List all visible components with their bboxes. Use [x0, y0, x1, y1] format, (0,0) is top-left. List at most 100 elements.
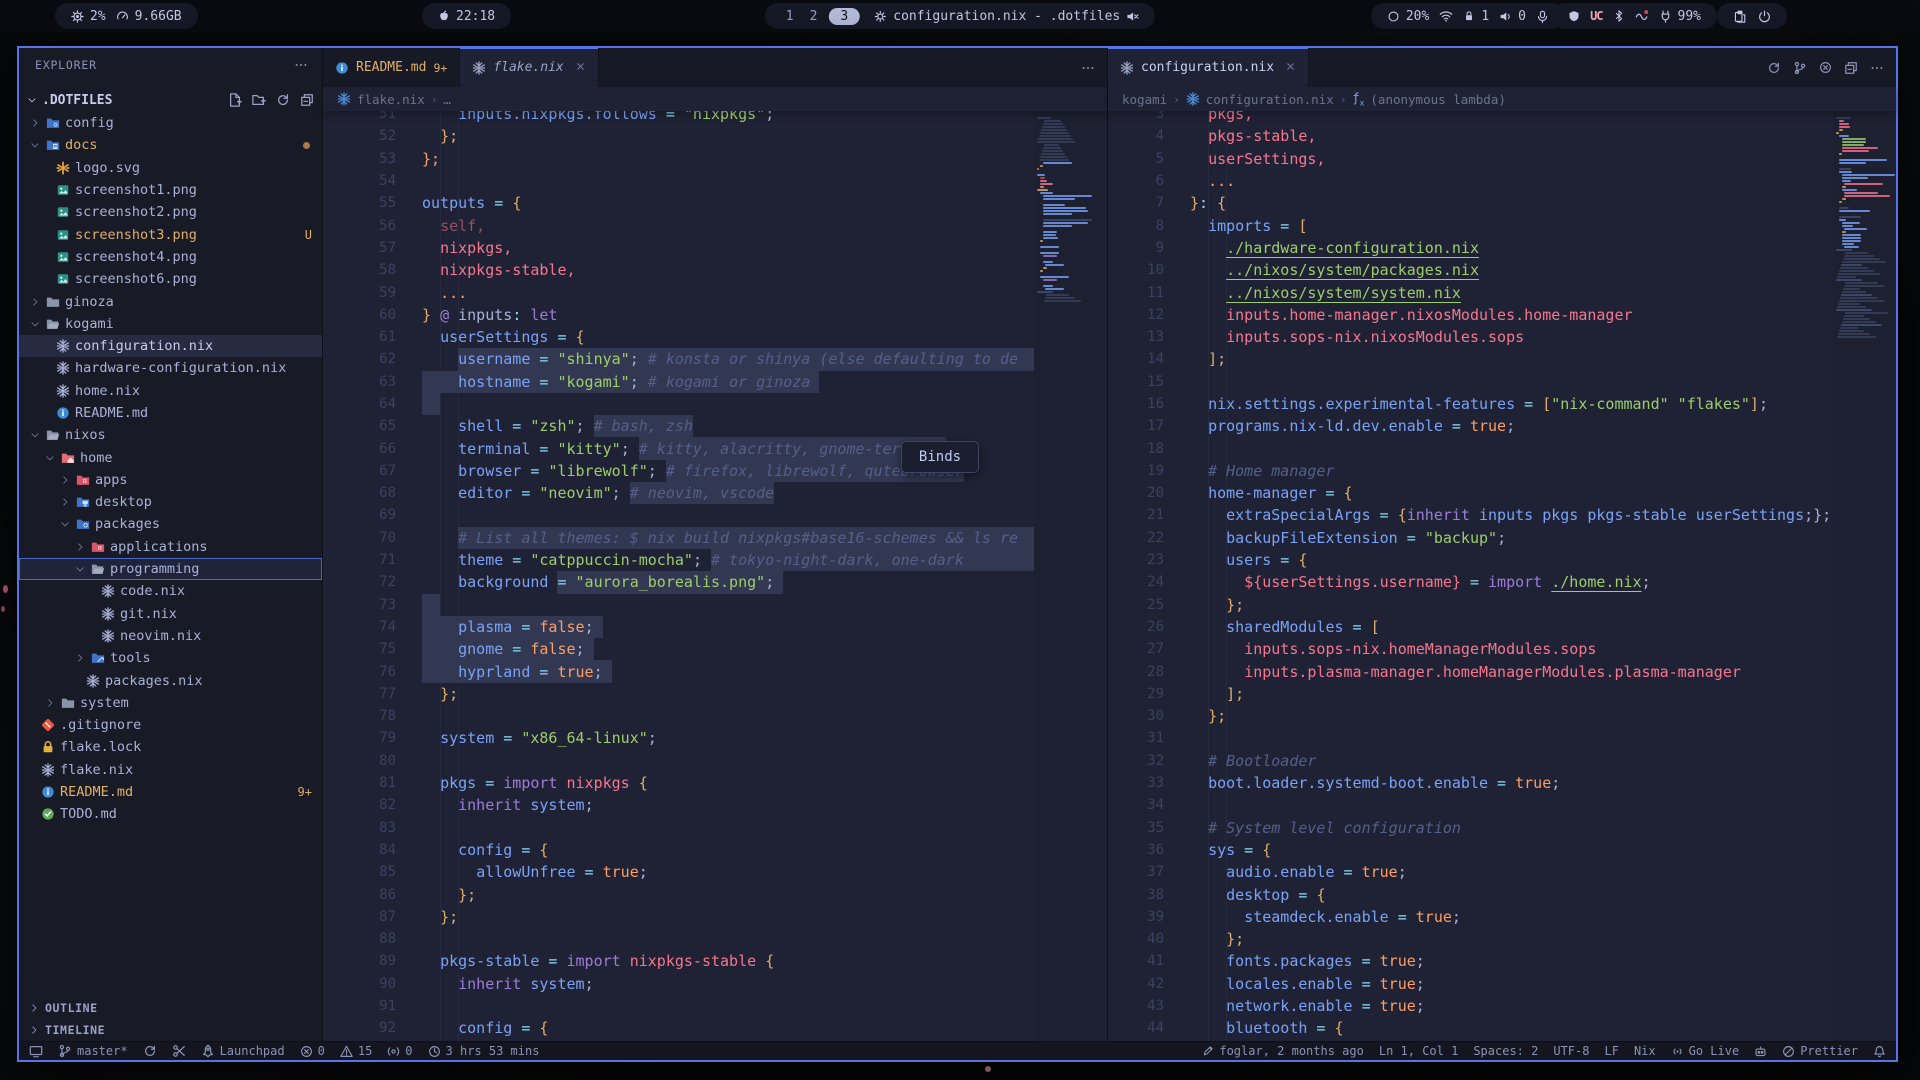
tree-item-readme-md[interactable]: README.md9+ [19, 781, 322, 803]
close-tab-icon[interactable] [575, 60, 586, 76]
pen-icon [1202, 1045, 1214, 1057]
collapse-folders-icon[interactable] [300, 93, 314, 107]
workspace-switcher[interactable]: 123 [781, 8, 860, 25]
breadcrumb-item[interactable]: configuration.nix [1206, 92, 1334, 107]
tree-item-flake-nix[interactable]: flake.nix [19, 759, 322, 781]
status-item-15[interactable]: 15 [340, 1044, 372, 1058]
status-item-go-live[interactable]: Go Live [1671, 1044, 1740, 1058]
status-item-foglar-2-months-ago[interactable]: foglar, 2 months ago [1202, 1044, 1364, 1058]
tree-item-hardware-configuration-nix[interactable]: hardware-configuration.nix [19, 357, 322, 379]
status-item-robot[interactable] [1754, 1045, 1767, 1058]
tree-item-system[interactable]: system [19, 692, 322, 714]
tree-item-flake-lock[interactable]: flake.lock [19, 736, 322, 758]
system-monitor-pill[interactable]: 2% 9.66GB [55, 3, 198, 29]
tree-item-desktop[interactable]: desktop [19, 491, 322, 513]
status-item-launchpad[interactable]: Launchpad [201, 1044, 285, 1058]
tree-item-programming[interactable]: programming [19, 558, 322, 580]
tab-readme-md[interactable]: README.md9+ [323, 48, 460, 87]
outline-section[interactable]: OUTLINE [19, 997, 322, 1019]
editor-configuration-nix[interactable]: 3 pkgs,4 pkgs-stable,5 userSettings,6 ..… [1108, 111, 1896, 1041]
status-item-nix[interactable]: Nix [1634, 1044, 1656, 1058]
workspace-1[interactable]: 1 [781, 9, 799, 24]
minimap[interactable] [1034, 111, 1107, 1041]
status-item-0[interactable]: 0 [387, 1044, 412, 1058]
more-icon[interactable] [1870, 61, 1884, 75]
explorer-root-row[interactable]: .DOTFILES [19, 88, 322, 112]
tree-item-packages-nix[interactable]: packages.nix [19, 669, 322, 691]
tree-item-apps[interactable]: apps [19, 469, 322, 491]
tree-item-config[interactable]: config [19, 112, 322, 134]
minimap-line [1037, 174, 1045, 176]
close-tab-icon[interactable] [1285, 60, 1296, 76]
tree-item-code-nix[interactable]: code.nix [19, 580, 322, 602]
status-item-cut[interactable] [172, 1044, 186, 1058]
breadcrumb-item[interactable]: flake.nix [357, 92, 425, 107]
status-item-0[interactable]: 0 [300, 1044, 325, 1058]
status-item-prettier[interactable]: Prettier [1782, 1044, 1858, 1058]
tree-item-screenshot3-png[interactable]: screenshot3.pngU [19, 223, 322, 245]
more-actions-icon[interactable] [294, 58, 308, 72]
tree-item-todo-md[interactable]: TODO.md [19, 803, 322, 825]
connectivity-pill[interactable]: UC 99% [1552, 3, 1717, 29]
line-number: 75 [323, 641, 422, 657]
breadcrumb-item[interactable]: (anonymous lambda) [1370, 92, 1505, 107]
tree-item-nixos[interactable]: nixos [19, 424, 322, 446]
status-item-3-hrs-53-mins[interactable]: 3 hrs 53 mins [428, 1044, 540, 1058]
session-pill[interactable] [1717, 3, 1787, 29]
status-item-lf[interactable]: LF [1604, 1044, 1618, 1058]
tree-item-home[interactable]: home [19, 446, 322, 468]
more-icon[interactable] [1081, 61, 1095, 75]
workspace-2[interactable]: 2 [805, 9, 823, 24]
code-line-20: 20 home-manager = { [1108, 482, 1896, 504]
tree-item-applications[interactable]: applications [19, 536, 322, 558]
clock-pill[interactable]: 22:18 [422, 3, 511, 29]
new-folder-icon[interactable] [252, 93, 266, 107]
device-status-pill[interactable]: 20% 1 0 [1371, 3, 1565, 29]
status-item-master-[interactable]: master* [58, 1044, 128, 1058]
tree-item--gitignore[interactable]: .gitignore [19, 714, 322, 736]
lock-count: 1 [1481, 9, 1489, 24]
tree-item-logo-svg[interactable]: logo.svg [19, 157, 322, 179]
new-file-icon[interactable] [228, 93, 242, 107]
status-item-ln-1-col-1[interactable]: Ln 1, Col 1 [1379, 1044, 1458, 1058]
status-item-spaces-2[interactable]: Spaces: 2 [1473, 1044, 1538, 1058]
status-item-vm[interactable] [29, 1044, 43, 1058]
tree-item-ginoza[interactable]: ginoza [19, 290, 322, 312]
collapse-icon[interactable] [1844, 61, 1858, 75]
refresh-explorer-icon[interactable] [276, 93, 290, 107]
tree-item-configuration-nix[interactable]: configuration.nix [19, 335, 322, 357]
tree-item-git-nix[interactable]: git.nix [19, 603, 322, 625]
tree-item-screenshot4-png[interactable]: screenshot4.png [19, 246, 322, 268]
tree-item-neovim-nix[interactable]: neovim.nix [19, 625, 322, 647]
status-item-sync[interactable] [143, 1044, 157, 1058]
error-icon[interactable] [1819, 61, 1832, 74]
tree-item-home-nix[interactable]: home.nix [19, 380, 322, 402]
breadcrumb-left[interactable]: flake.nix›… [323, 87, 1107, 111]
tree-item-readme-md[interactable]: README.md [19, 402, 322, 424]
tree-item-docs[interactable]: docs [19, 134, 322, 156]
branch-icon[interactable] [1793, 61, 1807, 75]
tree-item-screenshot1-png[interactable]: screenshot1.png [19, 179, 322, 201]
tab-configuration-nix[interactable]: configuration.nix [1108, 48, 1309, 87]
tree-item-tools[interactable]: tools [19, 647, 322, 669]
shield-icon [1568, 10, 1580, 22]
breadcrumb-item[interactable]: kogami [1122, 92, 1167, 107]
status-item-bell[interactable] [1873, 1045, 1886, 1058]
status-item-utf-8[interactable]: UTF-8 [1553, 1044, 1589, 1058]
tree-item-screenshot6-png[interactable]: screenshot6.png [19, 268, 322, 290]
tree-item-packages[interactable]: packages [19, 513, 322, 535]
code-line-14: 14 ]; [1108, 348, 1896, 370]
sync-icon[interactable] [1767, 61, 1781, 75]
tree-item-screenshot2-png[interactable]: screenshot2.png [19, 201, 322, 223]
minimap[interactable] [1833, 111, 1896, 1041]
tree-item-kogami[interactable]: kogami [19, 313, 322, 335]
editor-flake-nix[interactable]: 51 inputs.nixpkgs.follows = "nixpkgs";52… [323, 111, 1107, 1041]
breadcrumb-right[interactable]: kogami›configuration.nix›ƒx(anonymous la… [1108, 87, 1896, 111]
timeline-section[interactable]: TIMELINE [19, 1019, 322, 1041]
line-number: 67 [323, 463, 422, 479]
breadcrumb-item[interactable]: … [443, 92, 451, 107]
tab-flake-nix[interactable]: flake.nix [460, 48, 598, 87]
line-number: 63 [323, 374, 422, 390]
nix-icon [337, 92, 351, 106]
workspace-3[interactable]: 3 [828, 8, 860, 25]
